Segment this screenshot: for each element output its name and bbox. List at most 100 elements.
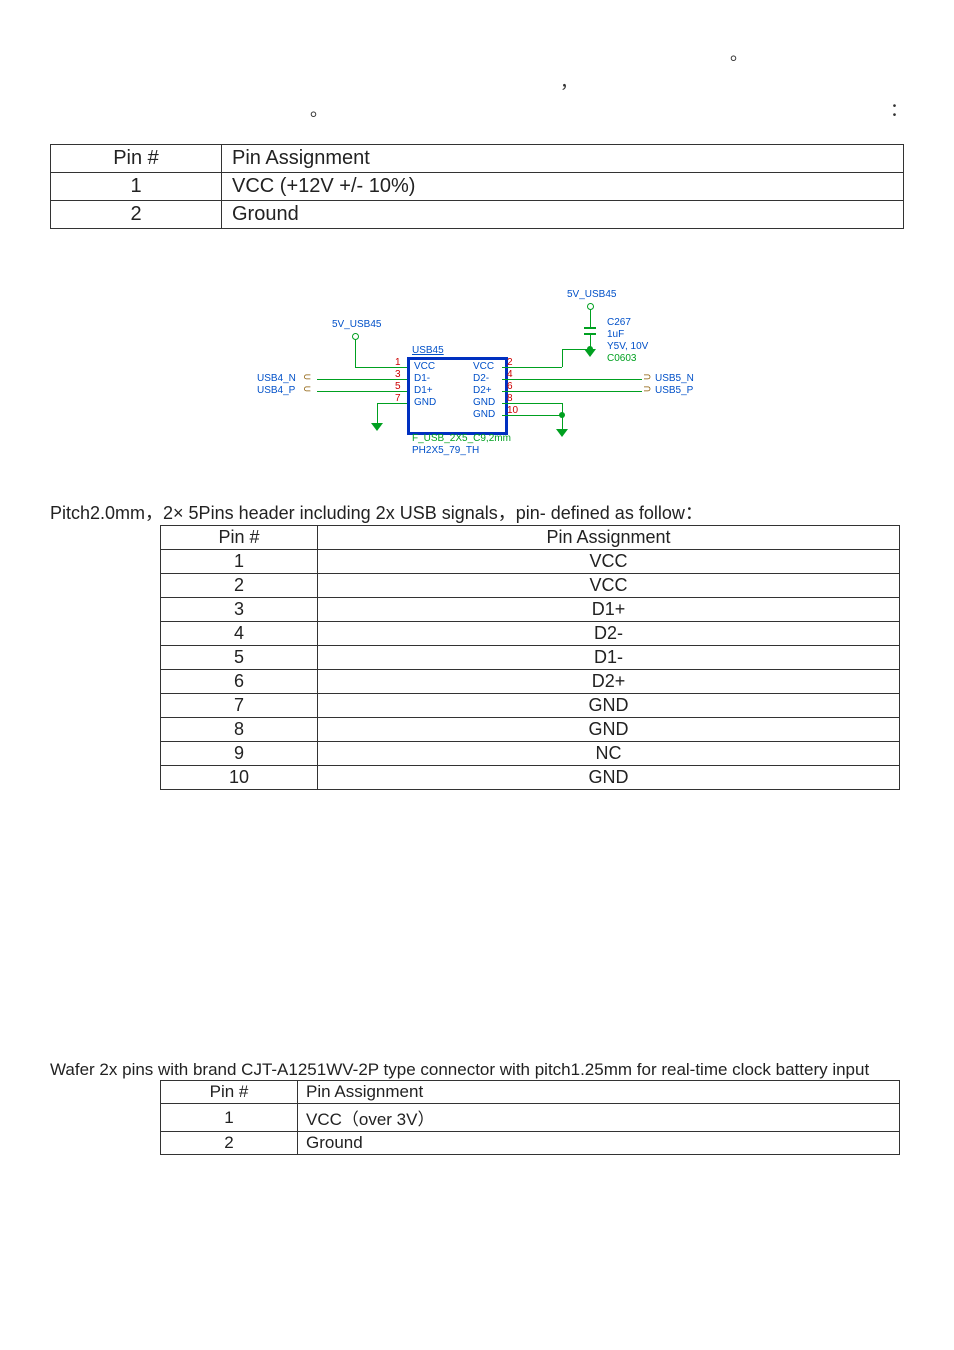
cap-plate (584, 327, 596, 329)
cell-assign: VCC (+12V +/- 10%) (222, 173, 904, 201)
footprint-label: PH2X5_79_TH (412, 445, 479, 456)
cap-val2: Y5V, 10V (607, 341, 648, 352)
usb-schematic: 5V_USB45 C267 1uF Y5V, 10V C0603 5V_USB4… (217, 289, 737, 479)
wire (502, 415, 562, 416)
cell-assign: D1+ (318, 598, 900, 622)
cell-pin: 10 (161, 766, 318, 790)
table-row: 4D2- (161, 622, 900, 646)
signal-label: USB4_P (257, 385, 295, 396)
cell-pin: 9 (161, 742, 318, 766)
cell-pin: 6 (161, 670, 318, 694)
table-header-row: Pin # Pin Assignment (161, 526, 900, 550)
wire (377, 403, 378, 423)
wire (377, 403, 407, 404)
signal-label: USB5_P (655, 385, 693, 396)
signal-arrow-icon: ⊃ (643, 372, 651, 383)
cell-pin: 3 (161, 598, 318, 622)
wire (355, 339, 356, 367)
table-row: 7GND (161, 694, 900, 718)
punct-colon: ： (890, 96, 908, 125)
wire (502, 379, 642, 380)
cell-pin: 2 (161, 1132, 298, 1155)
chip-pin-label: GND (473, 409, 495, 420)
signal-arrow-icon: ⊃ (643, 384, 651, 395)
cell-assign: D2- (318, 622, 900, 646)
cap-pkg: C0603 (607, 353, 636, 364)
table-row: 8GND (161, 718, 900, 742)
cell-pin: 4 (161, 622, 318, 646)
table-row: 10GND (161, 766, 900, 790)
junction-dot (587, 346, 593, 352)
cell-pin: 5 (161, 646, 318, 670)
wire (562, 349, 590, 350)
signal-label: USB5_N (655, 373, 694, 384)
wire (590, 309, 591, 327)
table-row: 5D1- (161, 646, 900, 670)
punct-dot-2: 。 (310, 96, 328, 125)
gnd-symbol (371, 423, 383, 431)
chip-pin-label: GND (473, 397, 495, 408)
cell-assign: NC (318, 742, 900, 766)
cell-assign: GND (318, 694, 900, 718)
table-row: 1 VCC（over 3V） (161, 1104, 900, 1132)
cell-assign: VCC（over 3V） (298, 1104, 900, 1132)
cell-pin: 1 (161, 1104, 298, 1132)
cell-assign: D1- (318, 646, 900, 670)
table-row: 1VCC (161, 550, 900, 574)
chip-name: USB45 (412, 345, 444, 356)
cell-assign: D2+ (318, 670, 900, 694)
punct-dot-1: 。 (730, 40, 748, 69)
table-row: 2 Ground (51, 201, 904, 229)
cell-pin: 1 (161, 550, 318, 574)
th-pin: Pin # (161, 1081, 298, 1104)
cell-assign: VCC (318, 574, 900, 598)
footprint-label: F_USB_2X5_C9,2mm (412, 433, 511, 444)
chip-pin-label: GND (414, 397, 436, 408)
wire (562, 349, 563, 367)
th-assign: Pin Assignment (298, 1081, 900, 1104)
signal-arrow-icon: ⊂ (303, 372, 311, 383)
power-pin-table: Pin # Pin Assignment 1 VCC (+12V +/- 10%… (50, 144, 904, 229)
table-row: 1 VCC (+12V +/- 10%) (51, 173, 904, 201)
usb-pin-table: Pin # Pin Assignment 1VCC 2VCC 3D1+ 4D2-… (160, 525, 900, 790)
wire (502, 367, 562, 368)
cell-assign: VCC (318, 550, 900, 574)
cell-assign: GND (318, 766, 900, 790)
wire (355, 367, 407, 368)
cell-assign: Ground (298, 1132, 900, 1155)
table-row: 9NC (161, 742, 900, 766)
cell-assign: Ground (222, 201, 904, 229)
cell-assign: GND (318, 718, 900, 742)
wire (317, 391, 407, 392)
cell-pin: 8 (161, 718, 318, 742)
th-pin: Pin # (161, 526, 318, 550)
signal-arrow-icon: ⊂ (303, 384, 311, 395)
rtc-connector-description: Wafer 2x pins with brand CJT-A1251WV-2P … (50, 1060, 904, 1080)
table-row: 2VCC (161, 574, 900, 598)
table-header-row: Pin # Pin Assignment (161, 1081, 900, 1104)
usb-header-description: Pitch2.0mm，2× 5Pins header including 2x … (50, 499, 904, 525)
chip-pin-label: VCC (414, 361, 435, 372)
cell-pin: 2 (51, 201, 222, 229)
cell-pin: 1 (51, 173, 222, 201)
chip-pin-label: D2+ (473, 385, 492, 396)
th-assign: Pin Assignment (222, 145, 904, 173)
signal-label: USB4_N (257, 373, 296, 384)
table-row: 2 Ground (161, 1132, 900, 1155)
cap-val: 1uF (607, 329, 624, 340)
intro-block: 。 ， 。 ： (50, 40, 904, 140)
cell-pin: 2 (161, 574, 318, 598)
chip-pin-label: D1- (414, 373, 430, 384)
gnd-symbol (556, 429, 568, 437)
punct-comma: ， (560, 68, 578, 97)
table-row: 6D2+ (161, 670, 900, 694)
rtc-pin-table: Pin # Pin Assignment 1 VCC（over 3V） 2 Gr… (160, 1080, 900, 1155)
chip-pin-label: VCC (473, 361, 494, 372)
net-label: 5V_USB45 (332, 319, 381, 330)
net-label: 5V_USB45 (567, 289, 616, 300)
th-pin: Pin # (51, 145, 222, 173)
wire (502, 391, 642, 392)
cap-ref: C267 (607, 317, 631, 328)
wire (502, 403, 562, 404)
chip-pin-label: D1+ (414, 385, 433, 396)
